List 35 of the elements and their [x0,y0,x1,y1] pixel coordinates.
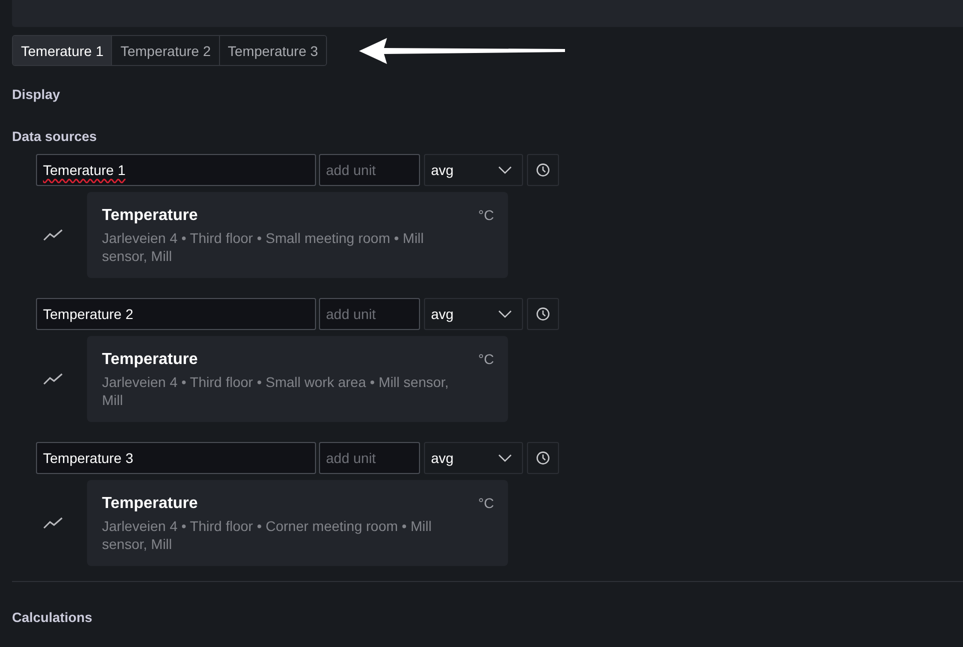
sensor-path: Jarleveien 4 • Third floor • Small meeting room • Mill sensor, Mill [102,229,425,265]
metric-title: Temperature [102,207,199,225]
sensor-path: Jarleveien 4 • Third floor • Corner meeting room • Mill sensor, Mill [102,517,433,553]
tab[interactable]: Temperature 3 [218,36,326,65]
unit-field[interactable]: add unit [319,442,420,474]
section-heading: Display [12,87,60,102]
line-chart-icon [43,517,63,529]
aggregation-select[interactable]: avg [424,298,523,330]
clock-button[interactable] [527,298,559,330]
line-chart-icon [43,373,63,385]
chevron-down-icon [498,310,512,318]
unit-field[interactable]: add unit [319,154,420,186]
clock-button[interactable] [527,154,559,186]
clock-icon [536,163,550,177]
chevron-down-icon [498,166,512,174]
clock-icon [536,451,550,465]
aggregation-select[interactable]: avg [424,442,523,474]
unit-label: °C [478,351,494,369]
clock-icon [536,307,550,321]
input-field[interactable]: Temerature 1 [36,154,316,186]
input-field[interactable]: Temperature 2 [36,298,316,330]
chevron-down-icon [498,454,512,462]
unit-field[interactable]: add unit [319,298,420,330]
sensor-path: Jarleveien 4 • Third floor • Small work area • Mill sensor, Mill [102,373,450,409]
metric-title: Temperature [102,351,199,369]
unit-label: °C [478,207,494,225]
metric-title: Temperature [102,495,199,513]
unit-label: °C [478,495,494,513]
aggregation-select[interactable]: avg [424,154,523,186]
clock-button[interactable] [527,442,559,474]
section-heading: Data sources [12,129,97,144]
line-chart-icon [43,229,63,241]
section-heading: Calculations [12,610,92,625]
input-field[interactable]: Temperature 3 [36,442,316,474]
tab[interactable]: Temerature 1 [13,36,112,65]
